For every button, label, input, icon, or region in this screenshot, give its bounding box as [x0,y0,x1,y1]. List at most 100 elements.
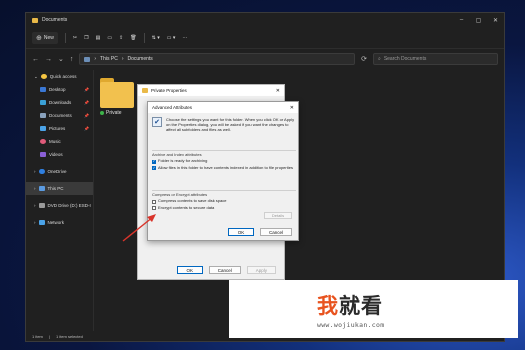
advanced-ok-button[interactable]: OK [227,228,254,236]
sidebar-label: Desktop [49,87,66,92]
advanced-cancel-button[interactable]: Cancel [259,228,292,236]
watermark-rest-chars: 就看 [339,294,383,318]
search-placeholder: Search Documents [383,56,427,62]
sidebar-item-quick-access[interactable]: ⌄ Quick access [26,70,93,83]
sidebar-label: Network [47,220,65,225]
folder-item-private[interactable]: Private [100,78,134,116]
details-button[interactable]: Details [264,212,292,219]
sidebar-item-network[interactable]: › Network [26,216,93,229]
share-icon[interactable]: ⇪ [119,35,123,41]
music-icon [40,139,46,144]
sidebar-item-pictures[interactable]: Pictures 📌 [26,122,93,135]
sidebar-item-downloads[interactable]: Downloads 📌 [26,96,93,109]
checkbox-label: Compress contents to save disk space [158,198,227,203]
checkbox-label: Allow files in this folder to have conte… [158,164,293,170]
new-button[interactable]: ⊕ New [32,31,58,44]
close-button[interactable]: ✕ [487,17,504,24]
archive-index-group: Archive and Index attributes ✓ Folder is… [152,150,296,171]
cut-icon[interactable]: ✂ [73,35,77,41]
properties-title: Private Properties [151,88,187,93]
pin-icon: 📌 [84,87,89,92]
maximize-button[interactable]: ▢ [470,17,487,24]
properties-apply-button[interactable]: Apply [246,266,276,274]
more-options-button[interactable]: ··· [182,35,187,41]
watermark-url: www.wojiukan.com [317,321,385,329]
close-icon[interactable]: ✕ [290,105,294,111]
disc-drive-icon [38,203,45,208]
back-arrow-icon[interactable]: ← [32,56,39,63]
pin-icon: 📌 [84,113,89,118]
sidebar-label: Downloads [49,100,72,105]
desktop-icon [40,87,46,92]
sidebar-label: OneDrive [47,169,67,174]
paste-icon[interactable]: ▤ [96,35,101,41]
sort-button[interactable]: ⇅ ▾ [152,35,160,41]
downloads-icon [40,100,46,105]
pc-icon [38,186,45,191]
close-icon[interactable]: ✕ [276,88,280,94]
sidebar-label: Documents [49,113,72,118]
breadcrumb-separator: › [94,56,97,62]
pin-icon: 📌 [84,100,89,105]
documents-icon [40,113,46,118]
expand-chevron-icon[interactable]: › [34,203,36,208]
watermark-logo-text: 我就看 [317,290,383,320]
advanced-title: Advanced Attributes [152,105,193,110]
expand-chevron-icon[interactable]: › [34,186,36,191]
expand-chevron-icon[interactable]: › [34,169,36,174]
compress-checkbox[interactable]: Compress contents to save disk space [152,198,296,204]
cloud-icon [38,169,45,174]
navigation-pane: ⌄ Quick access Desktop 📌 Downloads 📌 Docume… [26,70,94,331]
sidebar-item-onedrive[interactable]: › OneDrive [26,165,93,178]
title-bar: Documents – ▢ ✕ [26,13,504,27]
chevron-down-icon[interactable]: ⌄ [58,55,64,63]
properties-ok-button[interactable]: OK [176,266,203,274]
sidebar-item-videos[interactable]: Videos [26,148,93,161]
breadcrumb-documents[interactable]: Documents [128,56,153,62]
folder-label: Private [106,110,122,116]
refresh-icon[interactable]: ⟳ [361,55,367,63]
sidebar-item-desktop[interactable]: Desktop 📌 [26,83,93,96]
minimize-button[interactable]: – [453,17,470,24]
checkbox-label: Folder is ready for archiving [158,158,208,163]
sidebar-item-music[interactable]: Music [26,135,93,148]
encrypt-checkbox[interactable]: Encrypt contents to secure data [152,205,296,211]
copy-icon[interactable]: ❐ [84,35,88,41]
breadcrumb-this-pc[interactable]: This PC [100,56,118,62]
sidebar-label: Music [49,139,61,144]
toolbar-divider [143,32,145,43]
checkbox-unchecked-icon[interactable] [152,199,156,204]
sidebar-item-dvd-drive[interactable]: › DVD Drive (D:) ESD-I [26,199,93,212]
breadcrumb-separator: › [121,56,124,62]
sidebar-label: Quick access [49,74,77,79]
checkbox-checked-icon[interactable]: ✓ [152,159,156,164]
plus-icon: ⊕ [36,34,42,42]
delete-icon[interactable]: 🗑 [130,35,136,41]
compress-encrypt-group: Compress or Encrypt attributes Compress … [152,190,296,220]
sidebar-label: This PC [47,186,64,191]
toolbar-divider [64,32,66,43]
advanced-attributes-dialog: Advanced Attributes ✕ ✔ Choose the setti… [147,101,299,241]
view-button[interactable]: ▭ ▾ [167,35,176,41]
checkbox-checked-icon[interactable]: ✓ [152,166,156,171]
archive-checkbox[interactable]: ✓ Folder is ready for archiving [152,158,296,164]
address-bar[interactable]: › This PC › Documents [79,53,356,65]
search-input[interactable]: ⌕ Search Documents [373,53,498,65]
expand-chevron-icon[interactable]: › [34,220,36,225]
address-row: ← → ⌄ ↑ › This PC › Documents ⟳ ⌕ Search… [26,49,504,69]
sidebar-label: DVD Drive (D:) ESD-I [47,203,91,208]
rename-icon[interactable]: ▭ [107,35,112,41]
videos-icon [40,152,46,157]
sidebar-item-documents[interactable]: Documents 📌 [26,109,93,122]
command-bar: ⊕ New ✂ ❐ ▤ ▭ ⇪ 🗑 ⇅ ▾ ▭ ▾ ··· [26,27,504,49]
up-arrow-icon[interactable]: ↑ [70,56,74,63]
item-count: 1 item [32,333,43,339]
new-label: New [43,34,54,41]
network-icon [38,220,45,225]
sidebar-item-this-pc[interactable]: › This PC [26,182,93,195]
properties-cancel-button[interactable]: Cancel [208,266,241,274]
index-checkbox[interactable]: ✓ Allow files in this folder to have con… [152,164,296,171]
expand-chevron-icon[interactable]: ⌄ [34,74,38,80]
forward-arrow-icon[interactable]: → [45,56,52,63]
search-icon: ⌕ [378,56,381,62]
